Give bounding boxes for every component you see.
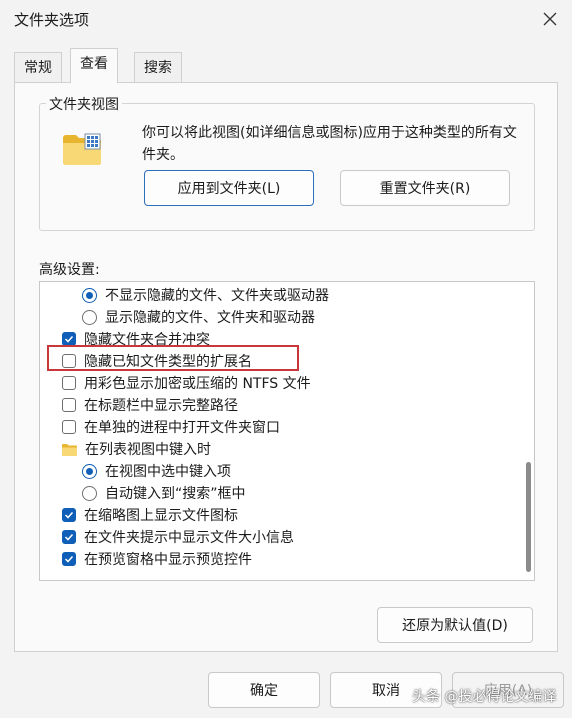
folder-views-icon [63,133,101,165]
checkbox-preview-handlers[interactable]: 在预览窗格中显示预览控件 [62,548,252,570]
reset-folders-button[interactable]: 重置文件夹(R) [340,170,510,206]
watermark: 头条 @投必得论文编译 [412,686,556,706]
radio-hide-hidden-files[interactable]: 不显示隐藏的文件、文件夹或驱动器 [82,284,329,306]
tab-general[interactable]: 常规 [14,52,62,82]
folder-views-description: 你可以将此视图(如详细信息或图标)应用于这种类型的所有文件夹。 [142,125,517,163]
check-icon [64,533,74,541]
radio-button[interactable] [82,309,97,325]
checkbox[interactable] [62,332,76,346]
tab-search[interactable]: 搜索 [134,52,182,82]
checkbox[interactable] [62,552,76,566]
ok-button[interactable]: 确定 [208,672,320,708]
checkbox-ntfs-color[interactable]: 用彩色显示加密或压缩的 NTFS 文件 [62,372,311,394]
folder-views-legend: 文件夹视图 [46,94,122,114]
view-tab-panel: 文件夹视图 你可以将此视图(如详细信息或图标)应用于这种类型的所有文件夹。 应用… [14,82,558,652]
checkbox[interactable] [62,376,76,390]
radio-button[interactable] [82,463,97,479]
checkbox[interactable] [62,508,76,522]
radio-button[interactable] [82,287,97,303]
close-button[interactable] [530,2,570,36]
group-list-view-typing: 在列表视图中键入时 [62,438,211,460]
scrollbar-thumb[interactable] [526,462,531,572]
checkbox-separate-process[interactable]: 在单独的进程中打开文件夹窗口 [62,416,280,438]
checkbox[interactable] [62,420,76,434]
checkbox[interactable] [62,530,76,544]
check-icon [64,335,74,343]
folder-views-group: 文件夹视图 你可以将此视图(如详细信息或图标)应用于这种类型的所有文件夹。 应用… [39,94,535,231]
apply-to-folders-button[interactable]: 应用到文件夹(L) [144,170,314,206]
advanced-settings-list[interactable]: 不显示隐藏的文件、文件夹或驱动器 显示隐藏的文件、文件夹和驱动器 隐藏文件夹合并… [39,281,535,581]
radio-select-typed-item[interactable]: 在视图中选中键入项 [82,460,231,482]
folder-icon [62,443,77,456]
annotation-highlight-box [47,345,299,371]
watermark-text: 头条 @投必得论文编译 [412,689,557,705]
radio-type-into-search[interactable]: 自动键入到“搜索”框中 [82,482,246,504]
checkbox-full-path-title[interactable]: 在标题栏中显示完整路径 [62,394,238,416]
check-icon [64,511,74,519]
radio-show-hidden-files[interactable]: 显示隐藏的文件、文件夹和驱动器 [82,306,315,328]
advanced-settings-label: 高级设置: [39,262,100,278]
checkbox[interactable] [62,398,76,412]
radio-button[interactable] [82,485,97,501]
tab-view[interactable]: 查看 [70,48,118,83]
close-icon [543,12,557,26]
checkbox-folder-tip-size[interactable]: 在文件夹提示中显示文件大小信息 [62,526,294,548]
title-bar: 文件夹选项 [0,0,572,38]
advanced-scrollbar[interactable] [522,282,534,580]
checkbox-thumbnail-icons[interactable]: 在缩略图上显示文件图标 [62,504,238,526]
restore-defaults-button[interactable]: 还原为默认值(D) [377,607,533,643]
check-icon [64,555,74,563]
window-title: 文件夹选项 [14,11,90,29]
